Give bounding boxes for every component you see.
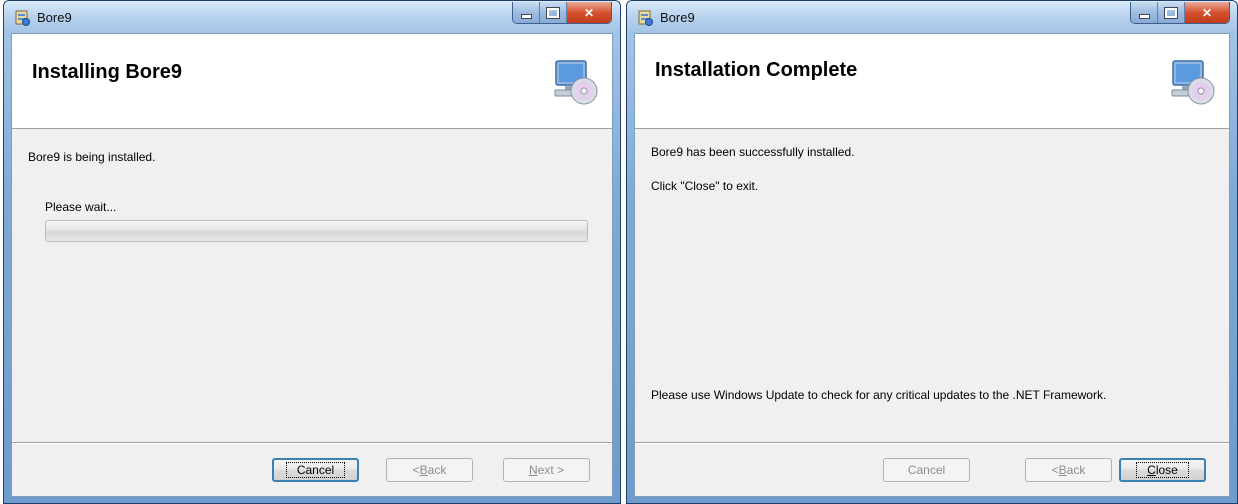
installer-app-icon	[15, 10, 30, 26]
footer-divider	[12, 442, 612, 444]
back-button-label: < Back	[1051, 463, 1086, 477]
close-window-button[interactable]: ✕	[567, 2, 611, 23]
computer-cd-setup-icon	[554, 60, 598, 105]
back-button-label: < Back	[412, 463, 447, 477]
progress-bar	[45, 220, 588, 242]
complete-window: Bore9 ✕ Installation Complete Bore9 has …	[626, 0, 1238, 504]
title-bar[interactable]: Bore9 ✕	[4, 1, 620, 33]
dialog-header: Installation Complete	[635, 34, 1229, 129]
close-window-button[interactable]: ✕	[1185, 2, 1229, 23]
maximize-button[interactable]	[540, 2, 567, 23]
installer-app-icon	[638, 10, 653, 26]
page-title: Installation Complete	[655, 59, 858, 81]
update-notice-text: Please use Windows Update to check for a…	[651, 388, 1107, 402]
close-button[interactable]: Close	[1119, 458, 1206, 482]
cancel-button[interactable]: Cancel	[883, 458, 970, 482]
dialog-client-area: Installation Complete Bore9 has been suc…	[634, 33, 1230, 497]
back-button[interactable]: < Back	[1025, 458, 1112, 482]
maximize-icon	[1165, 7, 1177, 18]
window-title: Bore9	[660, 10, 695, 25]
back-button[interactable]: < Back	[386, 458, 473, 482]
status-text: Bore9 has been successfully installed.	[651, 145, 855, 159]
maximize-button[interactable]	[1158, 2, 1185, 23]
footer-divider	[635, 442, 1229, 444]
progress-label: Please wait...	[45, 200, 117, 214]
cancel-button-label: Cancel	[285, 462, 346, 478]
window-title: Bore9	[37, 10, 72, 25]
cancel-button-label: Cancel	[907, 463, 946, 477]
close-button-label: Close	[1136, 462, 1189, 478]
window-controls: ✕	[1130, 2, 1230, 24]
minimize-button[interactable]	[513, 2, 540, 23]
dialog-client-area: Installing Bore9 Bore9 is being installe…	[11, 33, 613, 497]
dialog-header: Installing Bore9	[12, 34, 612, 129]
minimize-icon	[520, 13, 532, 19]
minimize-button[interactable]	[1131, 2, 1158, 23]
page-title: Installing Bore9	[32, 61, 183, 83]
instruction-text: Click "Close" to exit.	[651, 179, 759, 193]
status-text: Bore9 is being installed.	[28, 150, 156, 164]
minimize-icon	[1138, 13, 1150, 19]
close-icon: ✕	[1201, 5, 1213, 20]
next-button-label: Next >	[528, 463, 565, 477]
title-bar[interactable]: Bore9 ✕	[627, 1, 1237, 33]
maximize-icon	[547, 7, 559, 18]
window-controls: ✕	[512, 2, 612, 24]
installing-window: Bore9 ✕ Installing Bore9 Bore9 is being …	[3, 0, 621, 504]
next-button[interactable]: Next >	[503, 458, 590, 482]
computer-cd-setup-icon	[1171, 60, 1215, 105]
cancel-button[interactable]: Cancel	[272, 458, 359, 482]
close-icon: ✕	[583, 5, 595, 20]
